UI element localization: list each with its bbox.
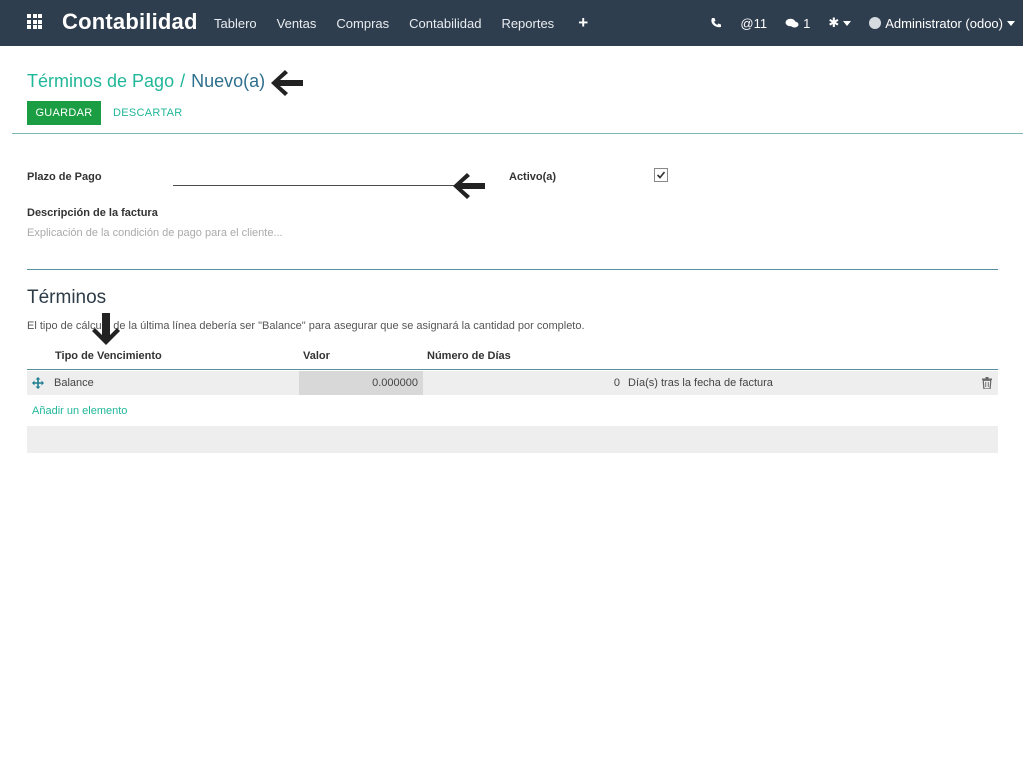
avatar — [869, 17, 882, 29]
invoice-description-label: Descripción de la factura — [27, 207, 158, 219]
menu-item-reportes[interactable]: Reportes — [501, 16, 554, 31]
annotation-arrow-left-icon — [271, 70, 303, 96]
user-name: Administrator (odoo) — [885, 15, 1003, 31]
breadcrumb-current: Nuevo(a) — [191, 71, 266, 91]
column-header-days[interactable]: Número de Días — [427, 350, 511, 362]
main-menu: Tablero Ventas Compras Contabilidad Repo… — [214, 0, 608, 46]
breadcrumb-parent[interactable]: Términos de Pago — [27, 71, 174, 91]
plus-icon[interactable]: + — [578, 13, 588, 33]
save-button[interactable]: GUARDAR — [27, 101, 101, 125]
active-checkbox[interactable] — [654, 168, 668, 182]
systray: @11 1 ✱ Administrator (odoo) — [692, 0, 1015, 46]
menu-item-compras[interactable]: Compras — [336, 16, 389, 31]
trash-icon[interactable] — [982, 377, 992, 389]
discard-button[interactable]: DESCARTAR — [113, 101, 183, 125]
chat-count: 1 — [803, 15, 811, 31]
column-header-value[interactable]: Valor — [303, 350, 330, 362]
row-value: 0.000000 — [372, 377, 418, 389]
caret-down-icon — [843, 20, 852, 26]
debug-menu[interactable]: ✱ — [828, 15, 852, 31]
drag-handle-icon[interactable] — [32, 377, 44, 389]
annotation-arrow-left-icon — [453, 173, 485, 199]
menu-item-contabilidad[interactable]: Contabilidad — [409, 16, 481, 31]
payment-term-input[interactable] — [173, 185, 455, 186]
phone-icon[interactable] — [710, 17, 722, 29]
chat-icon — [785, 18, 799, 27]
row-due-type: Balance — [54, 377, 94, 389]
column-header-due-type[interactable]: Tipo de Vencimiento — [55, 350, 162, 362]
bug-icon: ✱ — [828, 15, 840, 30]
apps-menu-icon[interactable] — [27, 14, 42, 29]
table-row[interactable] — [27, 371, 998, 395]
user-menu[interactable]: Administrator (odoo) — [869, 16, 1015, 31]
table-header-underline — [27, 369, 998, 370]
breadcrumb-separator: / — [180, 71, 186, 91]
invoice-description-underline — [27, 269, 998, 270]
row-days-label: Día(s) tras la fecha de factura — [628, 377, 773, 389]
terms-section-title: Términos — [27, 287, 107, 308]
breadcrumb: Términos de Pago / Nuevo(a) — [27, 71, 265, 92]
top-navbar: Contabilidad Tablero Ventas Compras Cont… — [0, 0, 1023, 46]
mentions-label: @11 — [740, 15, 768, 31]
invoice-description-input[interactable]: Explicación de la condición de pago para… — [27, 227, 283, 239]
row-days: 0 — [613, 377, 620, 389]
menu-item-ventas[interactable]: Ventas — [277, 16, 317, 31]
add-item-link[interactable]: Añadir un elemento — [32, 405, 127, 417]
table-footer-row — [27, 426, 998, 453]
active-label: Activo(a) — [509, 171, 557, 183]
menu-item-tablero[interactable]: Tablero — [214, 16, 257, 31]
control-panel-divider — [12, 133, 1023, 134]
app-title: Contabilidad — [62, 9, 198, 34]
chat-counter[interactable]: 1 — [785, 16, 810, 31]
caret-down-icon — [1007, 20, 1015, 26]
annotation-arrow-down-icon — [92, 313, 120, 345]
mentions-counter[interactable]: @11 — [740, 16, 767, 31]
payment-term-label: Plazo de Pago — [27, 171, 102, 183]
